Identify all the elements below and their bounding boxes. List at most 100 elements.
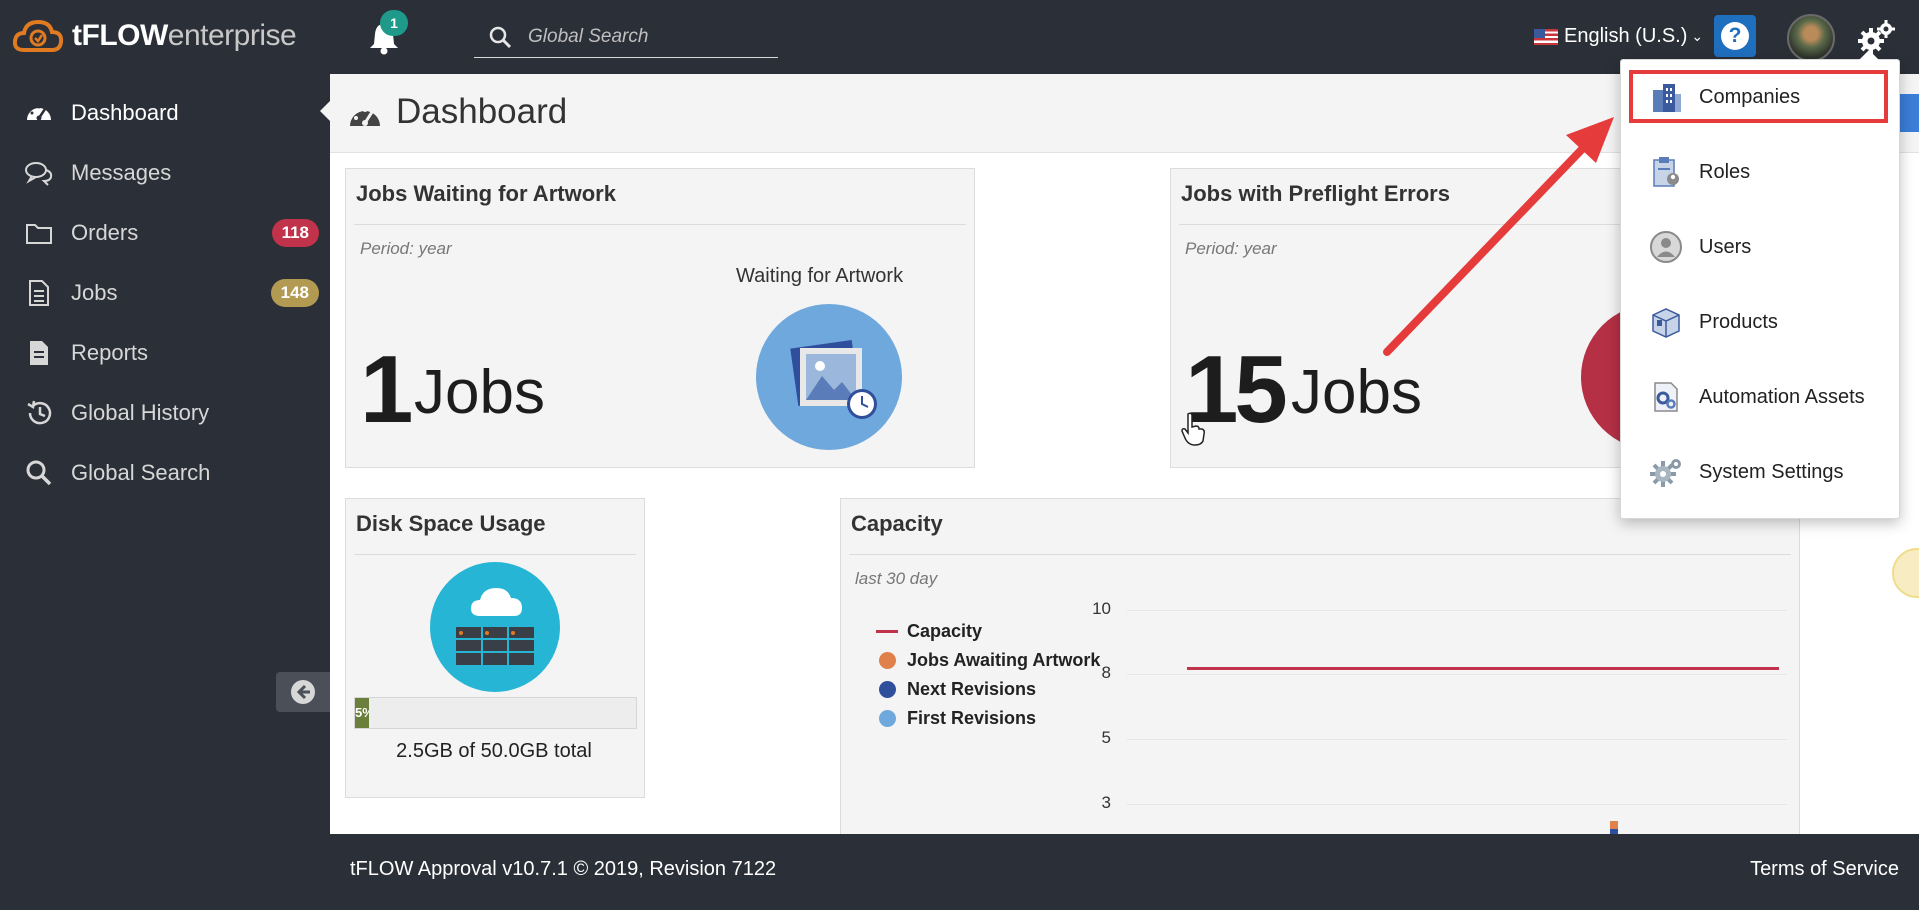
arrow-left-circle-icon — [291, 680, 315, 704]
menu-item-label: System Settings — [1699, 460, 1844, 483]
capacity-line — [1187, 667, 1779, 670]
cloud-server-icon — [456, 588, 534, 665]
logo-brand: tFLOW — [72, 19, 168, 52]
dashboard-icon — [350, 108, 380, 126]
sidebar-item-label: Dashboard — [71, 100, 179, 125]
companies-highlight-box — [1629, 70, 1888, 123]
logo-suffix: enterprise — [167, 19, 297, 52]
card-disk-space[interactable]: Disk Space Usage 5% 2.5GB of 50.0GB tota… — [345, 498, 645, 798]
products-icon — [1652, 308, 1680, 338]
document-icon — [29, 280, 49, 306]
menu-item-label: Automation Assets — [1699, 385, 1865, 408]
y-tick-label: 3 — [1101, 793, 1111, 812]
version-text: tFLOW Approval v10.7.1 © 2019, Revision … — [350, 858, 777, 880]
sidebar-item-label: Global History — [71, 400, 210, 425]
job-unit: Jobs — [414, 358, 545, 427]
chart-label: Waiting for Artwork — [736, 265, 904, 287]
jobs-awaiting-artwork-bar — [1610, 821, 1618, 829]
menu-item-automation-assets[interactable]: Automation Assets — [1621, 367, 1901, 427]
sidebar-item-label: Orders — [71, 220, 139, 245]
jobs-count-badge: 148 — [270, 279, 319, 307]
users-icon — [1650, 231, 1682, 263]
search-icon — [489, 26, 512, 48]
terms-of-service-link[interactable]: Terms of Service — [1750, 858, 1899, 881]
sidebar-item-reports[interactable]: Reports — [0, 328, 330, 378]
chart-legend: Capacity Jobs Awaiting Artwork Next Revi… — [875, 617, 1100, 733]
logo[interactable]: tFLOWenterprise — [12, 16, 297, 56]
sidebar-item-dashboard[interactable]: Dashboard — [0, 88, 330, 138]
global-search[interactable] — [474, 16, 778, 58]
card-title: Jobs Waiting for Artwork — [356, 181, 616, 206]
divider — [354, 554, 636, 555]
gridline — [1127, 674, 1787, 675]
disk-usage-progress: 5% — [354, 697, 637, 729]
user-avatar[interactable] — [1787, 14, 1835, 62]
sidebar-item-label: Reports — [71, 340, 149, 365]
legend-dot — [878, 681, 896, 698]
disk-storage-icon — [430, 562, 560, 692]
hand-cursor-icon — [1181, 412, 1205, 446]
sidebar-item-label: Messages — [71, 160, 172, 185]
chevron-down-icon: ⌄ — [1691, 28, 1704, 44]
menu-item-label: Products — [1699, 310, 1778, 333]
legend-line — [876, 630, 898, 633]
collapse-sidebar-button[interactable] — [276, 672, 330, 712]
sidebar-item-global-history[interactable]: Global History — [0, 388, 330, 438]
help-button[interactable]: ? — [1714, 15, 1756, 57]
sidebar-item-label: Jobs — [71, 280, 118, 305]
history-icon — [27, 400, 52, 425]
job-unit: Jobs — [1291, 358, 1422, 427]
roles-icon — [1653, 157, 1679, 187]
legend-item-first-revisions[interactable]: First Revisions — [875, 704, 1100, 733]
page-title: Dashboard — [396, 92, 568, 131]
folder-icon — [26, 224, 52, 244]
legend-label: Next Revisions — [907, 679, 1037, 699]
period-label: last 30 day — [855, 569, 938, 588]
sidebar-item-messages[interactable]: Messages — [0, 148, 330, 198]
gridline — [1127, 610, 1787, 611]
sidebar-item-orders[interactable]: Orders 118 — [0, 208, 330, 258]
legend-item-next-revisions[interactable]: Next Revisions — [875, 675, 1100, 704]
waiting-artwork-chart[interactable] — [756, 304, 902, 450]
system-settings-icon — [1650, 459, 1681, 487]
language-selector[interactable]: English (U.S.) ⌄ — [1534, 25, 1703, 48]
language-label: English (U.S.) — [1564, 25, 1688, 47]
card-jobs-waiting[interactable]: Jobs Waiting for Artwork Period: year 1 … — [345, 168, 975, 468]
period-label: Period: year — [360, 239, 452, 258]
disk-total-text: 2.5GB of 50.0GB total — [396, 740, 592, 762]
card-capacity[interactable]: Capacity last 30 day Capacity Jobs Await… — [840, 498, 1800, 834]
menu-item-products[interactable]: Products — [1621, 292, 1901, 352]
menu-item-label: Users — [1699, 235, 1752, 258]
legend-item-capacity[interactable]: Capacity — [875, 617, 1100, 646]
sidebar-item-global-search[interactable]: Global Search — [0, 448, 330, 498]
dashboard-icon — [27, 105, 51, 121]
menu-item-roles[interactable]: Roles — [1621, 142, 1901, 202]
gridline — [1127, 804, 1787, 805]
divider — [849, 554, 1791, 555]
footer: tFLOW Approval v10.7.1 © 2019, Revision … — [330, 834, 1919, 910]
job-count: 1 — [360, 336, 413, 443]
report-icon — [30, 341, 48, 365]
orders-count-badge: 118 — [271, 219, 319, 247]
menu-item-system-settings[interactable]: System Settings — [1621, 442, 1901, 502]
card-title: Disk Space Usage — [356, 511, 546, 536]
menu-item-users[interactable]: Users — [1621, 217, 1901, 277]
legend-dot — [878, 710, 896, 727]
cloud-logo-icon — [12, 19, 64, 52]
sidebar: Dashboard Messages Orders 118 Jobs 148 R… — [0, 74, 330, 834]
period-label: Period: year — [1185, 239, 1277, 258]
image-clock-icon — [790, 339, 877, 419]
card-title: Capacity — [851, 511, 943, 536]
sidebar-item-jobs[interactable]: Jobs 148 — [0, 268, 330, 318]
legend-label: Capacity — [907, 621, 983, 641]
disk-usage-fill: 5% — [355, 698, 370, 728]
sidebar-item-label: Global Search — [71, 460, 211, 485]
help-icon: ? — [1721, 22, 1749, 50]
messages-icon — [25, 162, 53, 186]
y-tick-label: 5 — [1101, 728, 1111, 747]
legend-item-jobs-awaiting-artwork[interactable]: Jobs Awaiting Artwork — [875, 646, 1100, 675]
legend-label: Jobs Awaiting Artwork — [907, 650, 1101, 670]
global-search-input[interactable] — [528, 25, 748, 48]
search-icon — [26, 460, 52, 486]
settings-dropdown-menu: Companies Roles Users Products Automatio… — [1620, 50, 1901, 519]
